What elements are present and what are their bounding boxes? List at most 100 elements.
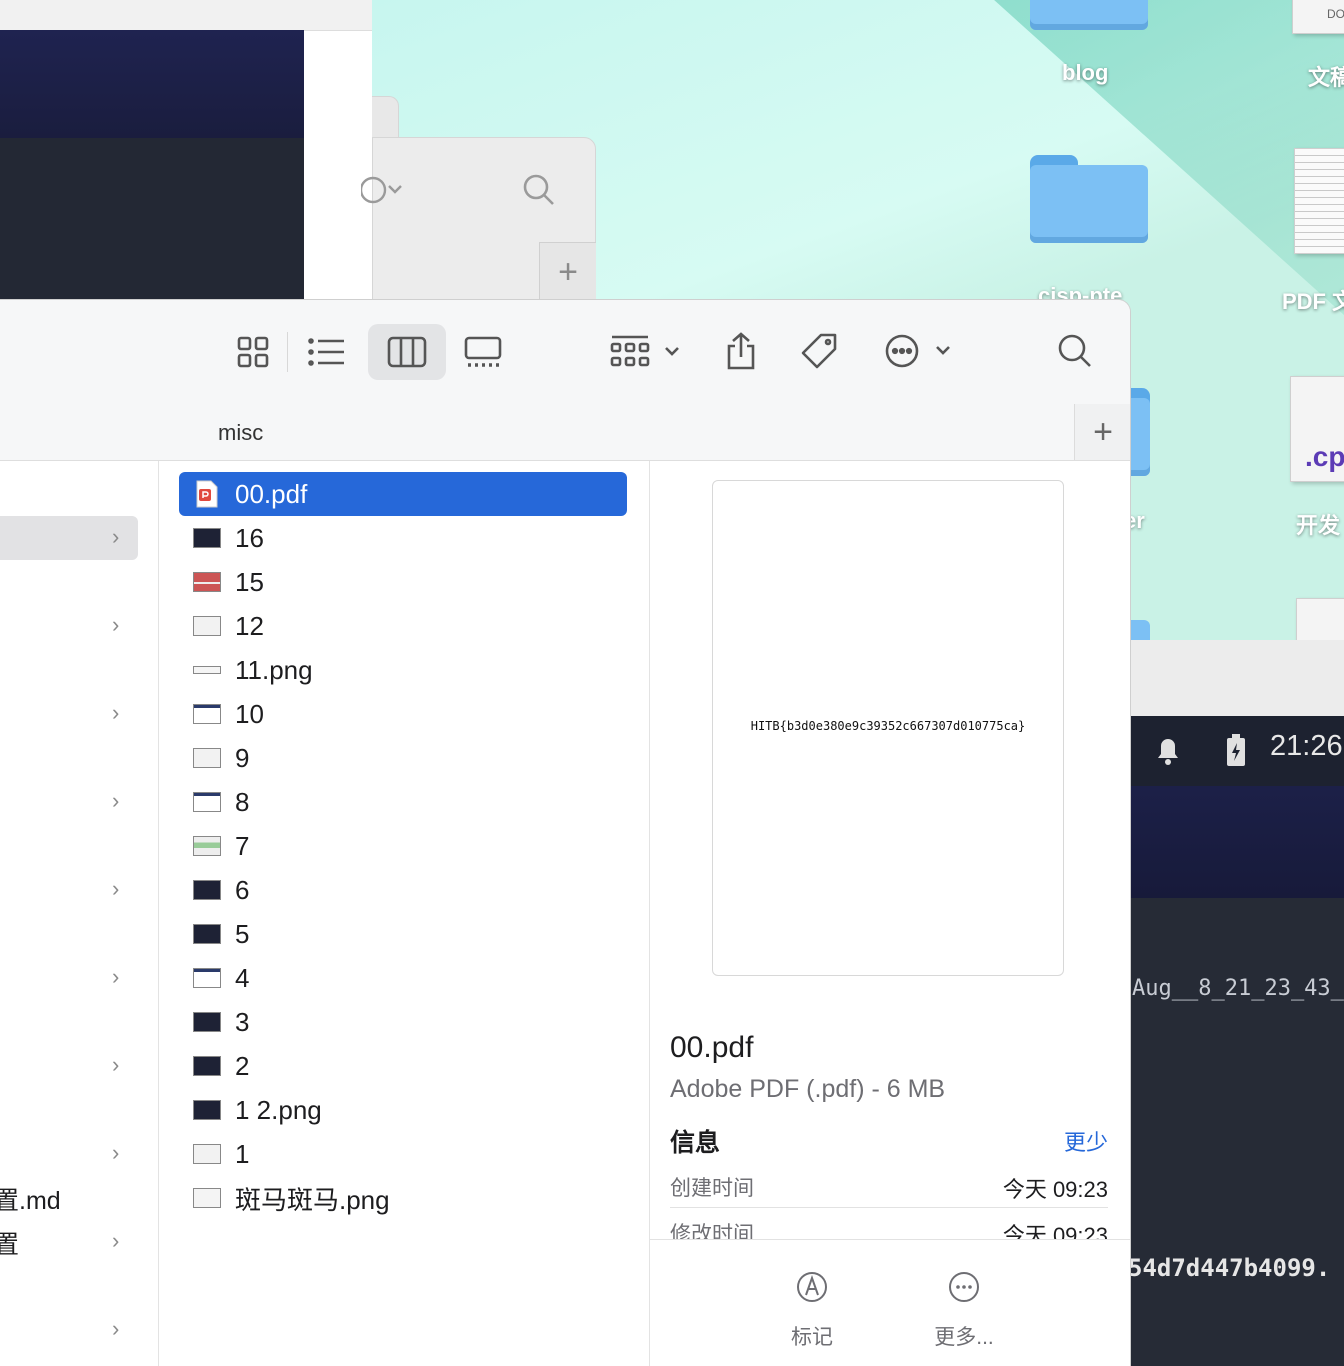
image-thumbnail-icon bbox=[193, 1055, 221, 1077]
image-thumbnail-icon bbox=[193, 1143, 221, 1165]
file-row[interactable]: 2 bbox=[179, 1044, 627, 1088]
file-name: 9 bbox=[235, 742, 250, 773]
more-actions-icon bbox=[359, 174, 425, 211]
markup-button[interactable]: 标记 bbox=[762, 1270, 862, 1351]
file-row[interactable]: 11.png bbox=[179, 648, 627, 692]
tag-icon bbox=[801, 333, 837, 369]
new-tab-button[interactable]: + bbox=[1074, 404, 1130, 460]
column-view-button[interactable] bbox=[368, 324, 446, 380]
image-thumbnail-icon bbox=[193, 1011, 221, 1033]
document-icon[interactable] bbox=[1296, 598, 1344, 640]
background-app-window bbox=[0, 0, 372, 300]
blog-folder-icon[interactable] bbox=[1030, 0, 1148, 30]
image-thumbnail-icon bbox=[193, 835, 221, 857]
pdf-content-text: HITB{b3d0e380e9c39352c667307d010775ca} bbox=[750, 719, 1026, 733]
gallery-view-button[interactable] bbox=[458, 328, 508, 376]
share-icon bbox=[727, 332, 755, 370]
search-button[interactable] bbox=[1050, 326, 1100, 376]
file-row[interactable]: 00.pdf bbox=[179, 472, 627, 516]
chevron-right-icon: › bbox=[112, 700, 120, 725]
desktop-item-label[interactable]: 开发 bbox=[1296, 508, 1340, 540]
cisp-pte-folder-icon[interactable] bbox=[1030, 155, 1148, 243]
actions-button[interactable] bbox=[880, 326, 960, 376]
background-finder-window: + bbox=[359, 137, 596, 302]
file-name: 斑马斑马.png bbox=[235, 1184, 390, 1215]
chevron-right-icon: › bbox=[112, 524, 120, 549]
cpp-file-icon[interactable]: .cp bbox=[1290, 376, 1344, 482]
file-name: 7 bbox=[235, 830, 250, 861]
file-row[interactable]: 16 bbox=[179, 516, 627, 560]
file-row[interactable]: 6 bbox=[179, 868, 627, 912]
file-name: 8 bbox=[235, 786, 250, 817]
file-row[interactable]: 7 bbox=[179, 824, 627, 868]
more-icon bbox=[949, 1272, 979, 1302]
image-thumbnail-icon bbox=[193, 923, 221, 945]
terminal-window: 21:26 Aug__8_21_23_43_1 54d7d447b4099. bbox=[1128, 640, 1344, 1366]
markup-label: 标记 bbox=[791, 1326, 833, 1349]
doc-badge: DOC bbox=[1327, 7, 1344, 21]
image-thumbnail-icon bbox=[193, 879, 221, 901]
share-button[interactable] bbox=[716, 326, 766, 376]
file-row[interactable]: 8 bbox=[179, 780, 627, 824]
terminal-output-line: Aug__8_21_23_43_1 bbox=[1132, 976, 1344, 1001]
file-row[interactable]: 1 bbox=[179, 1132, 627, 1176]
search-icon bbox=[1058, 334, 1091, 367]
group-by-button[interactable] bbox=[606, 328, 686, 376]
file-row[interactable]: 9 bbox=[179, 736, 627, 780]
file-row[interactable]: 15 bbox=[179, 560, 627, 604]
image-thumbnail-icon bbox=[193, 1099, 221, 1121]
created-value: 今天 09:23 bbox=[1002, 1177, 1108, 1202]
finder-toolbar bbox=[0, 300, 1130, 404]
more-button[interactable]: 更多... bbox=[914, 1270, 1014, 1351]
image-thumbnail-icon bbox=[193, 527, 221, 549]
file-name: 2 bbox=[235, 1050, 250, 1081]
file-row[interactable]: 10 bbox=[179, 692, 627, 736]
chevron-right-icon: › bbox=[112, 964, 120, 989]
columns-icon bbox=[387, 336, 427, 368]
preview-subtitle: Adobe PDF (.pdf) - 6 MB bbox=[670, 1075, 946, 1103]
preview-actions-bar: 标记 更多... bbox=[650, 1239, 1130, 1366]
image-thumbnail-icon bbox=[193, 571, 221, 593]
icon-view-button[interactable] bbox=[228, 328, 278, 376]
document-icon[interactable]: DOC bbox=[1292, 0, 1344, 34]
file-name: 6 bbox=[235, 874, 250, 905]
file-row[interactable]: 12 bbox=[179, 604, 627, 648]
file-row[interactable]: 斑马斑马.png bbox=[179, 1176, 627, 1220]
chevron-right-icon: › bbox=[112, 612, 120, 637]
add-tab-button: + bbox=[539, 242, 596, 301]
show-less-link[interactable]: 更少 bbox=[1064, 1125, 1108, 1157]
image-thumbnail-icon bbox=[193, 659, 221, 681]
sidebar-folder-label[interactable]: 置 bbox=[0, 1225, 19, 1261]
file-row[interactable]: 1 2.png bbox=[179, 1088, 627, 1132]
list-view-button[interactable] bbox=[302, 328, 352, 376]
list-icon bbox=[308, 338, 344, 366]
file-name: 11.png bbox=[235, 654, 313, 685]
bell-icon bbox=[1154, 734, 1182, 771]
file-name: 15 bbox=[235, 566, 264, 597]
tab-bar: misc + bbox=[0, 404, 1130, 461]
file-name: 5 bbox=[235, 918, 250, 949]
desktop-item-label[interactable]: blog bbox=[1062, 60, 1108, 86]
created-label: 创建时间 bbox=[670, 1177, 754, 1200]
finder-window: misc + › › › › › › › › 置.md › 置 › 00.pdf… bbox=[0, 300, 1130, 1366]
desktop-item-label[interactable]: 文稿 bbox=[1308, 60, 1344, 92]
file-row[interactable]: 5 bbox=[179, 912, 627, 956]
desktop-item-label[interactable]: PDF 文 bbox=[1282, 284, 1344, 316]
image-thumbnail-icon bbox=[193, 615, 221, 637]
file-name: 4 bbox=[235, 962, 250, 993]
more-icon bbox=[885, 334, 950, 368]
more-label: 更多... bbox=[934, 1326, 994, 1349]
preview-title: 00.pdf bbox=[670, 1031, 754, 1064]
tags-button[interactable] bbox=[794, 326, 844, 376]
file-column: 00.pdf 16 15 12 11.png 10 9 8 7 6 5 4 3 2 1 2.png 1 斑马斑马… bbox=[159, 461, 650, 1366]
pdf-document-icon[interactable] bbox=[1294, 148, 1344, 254]
sidebar-file-label[interactable]: 置.md bbox=[0, 1181, 61, 1217]
image-thumbnail-icon bbox=[193, 747, 221, 769]
tab-misc[interactable]: misc bbox=[218, 420, 263, 446]
image-thumbnail-icon bbox=[193, 967, 221, 989]
pdf-preview-thumbnail[interactable]: HITB{b3d0e380e9c39352c667307d010775ca} bbox=[712, 480, 1064, 976]
battery-charging-icon bbox=[1224, 734, 1248, 773]
file-row[interactable]: 4 bbox=[179, 956, 627, 1000]
file-name: 3 bbox=[235, 1006, 250, 1037]
file-row[interactable]: 3 bbox=[179, 1000, 627, 1044]
